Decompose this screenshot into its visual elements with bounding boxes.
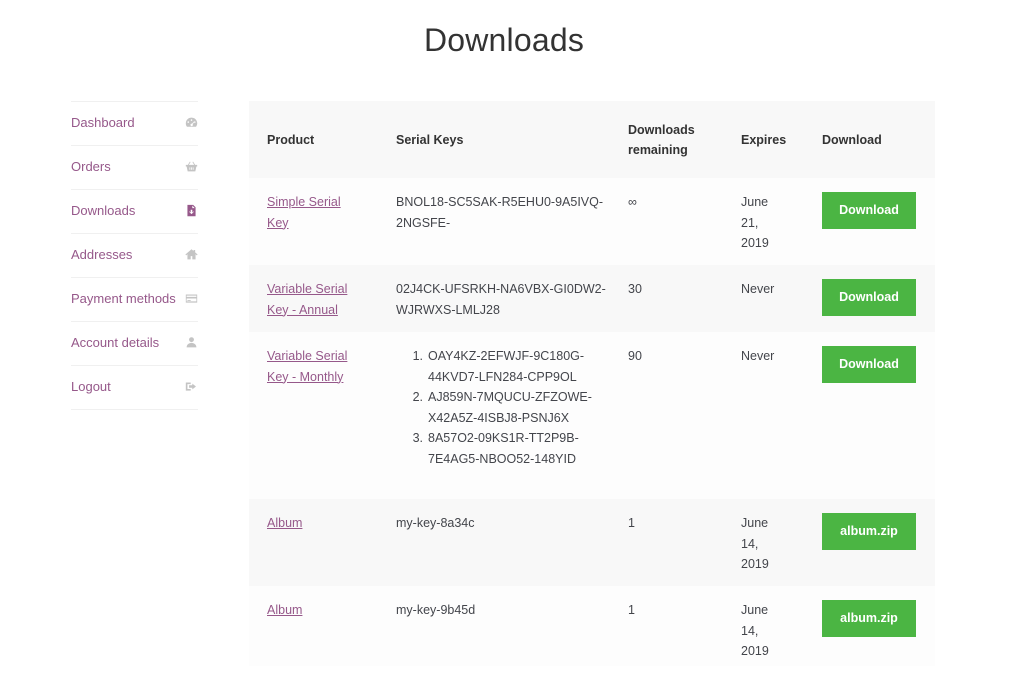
download-cell: album.zip <box>804 586 935 666</box>
header-serial-keys: Serial Keys <box>396 132 464 147</box>
nav-item-label: Addresses <box>71 247 133 262</box>
serial-key-line: 2NGSFE- <box>396 215 451 230</box>
download-cell: album.zip <box>804 499 935 586</box>
serial-key-line: 02J4CK-UFSRKH-NA6VBX-GI0DW2- <box>396 282 606 296</box>
download-cell: Download <box>804 265 935 332</box>
nav-item-label: Payment methods <box>71 291 176 306</box>
product-link[interactable]: Simple Serial Key <box>267 195 341 230</box>
product-cell: Variable Serial Key - Monthly <box>249 332 378 499</box>
nav-item-label: Orders <box>71 159 111 174</box>
nav-item-label: Downloads <box>71 203 136 218</box>
header-expires: Expires <box>741 132 787 147</box>
serial-key-cell: my-key-8a34c <box>396 516 475 530</box>
download-button[interactable]: album.zip <box>822 513 916 550</box>
table-row: Simple Serial Key BNOL18-SC5SAK-R5EHU0-9A… <box>249 178 935 265</box>
nav-item-orders[interactable]: Orders <box>71 146 198 190</box>
download-button[interactable]: album.zip <box>822 600 916 637</box>
product-link[interactable]: Variable Serial Key - Monthly <box>267 349 347 384</box>
serial-key-list: 1. OAY4KZ-2EFWJF-9C180G- 44KVD7-LFN284-CP… <box>396 346 610 469</box>
product-link[interactable]: Variable Serial Key - Annual <box>267 282 347 317</box>
header-product: Product <box>267 132 315 147</box>
serial-key-line: BNOL18-SC5SAK-R5EHU0-9A5IVQ- <box>396 195 604 209</box>
list-item: 1. OAY4KZ-2EFWJF-9C180G- 44KVD7-LFN284-CP… <box>412 349 585 384</box>
list-item: 3. 8A57O2-09KS1R-TT2P9B- 7E4AG5-NBOO52-14… <box>412 431 579 466</box>
table-row: Variable Serial Key - Annual 02J4CK-UFSRK… <box>249 265 935 332</box>
product-link[interactable]: Album <box>267 603 302 617</box>
downloads-remaining-cell: 30 <box>628 282 642 296</box>
nav-item-label: Dashboard <box>71 115 135 130</box>
expires-cell: Never <box>741 349 775 363</box>
table-header-row: Product Serial Keys Downloads remaining … <box>249 101 935 178</box>
download-button[interactable]: Download <box>822 346 916 383</box>
nav-item-label: Logout <box>71 379 111 394</box>
downloads-remaining-cell: 90 <box>628 349 642 363</box>
header-remaining-line1: Downloads <box>628 122 695 137</box>
product-cell: Variable Serial Key - Annual <box>249 265 378 332</box>
product-cell: Album <box>249 586 378 666</box>
downloads-remaining-cell: 1 <box>628 603 635 617</box>
file-download-icon <box>184 204 198 218</box>
serial-key-cell: BNOL18-SC5SAK-R5EHU0-9A5IVQ- 2NGSFE- <box>378 178 610 265</box>
account-navigation: Dashboard Orders Downloads Addresses Pay… <box>71 101 198 410</box>
nav-item-downloads[interactable]: Downloads <box>71 190 198 234</box>
credit-card-icon <box>184 292 198 306</box>
serial-key-cell: 1. OAY4KZ-2EFWJF-9C180G- 44KVD7-LFN284-CP… <box>378 332 610 499</box>
expires-cell: Never <box>741 282 775 296</box>
expires-cell: June 21, 2019 <box>741 195 769 250</box>
header-download: Download <box>822 132 882 147</box>
downloads-table: Product Serial Keys Downloads remaining … <box>249 101 935 666</box>
expires-cell: June 14, 2019 <box>741 603 769 658</box>
downloads-table-container: Product Serial Keys Downloads remaining … <box>249 101 935 666</box>
nav-item-logout[interactable]: Logout <box>71 366 198 410</box>
download-cell: Download <box>804 178 935 265</box>
download-cell: Download <box>804 332 935 499</box>
expires-cell: June 14, 2019 <box>741 516 769 571</box>
nav-item-label: Account details <box>71 335 160 350</box>
serial-key-line: WJRWXS-LMLJ28 <box>396 302 500 317</box>
nav-item-account-details[interactable]: Account details <box>71 322 198 366</box>
product-cell: Simple Serial Key <box>249 178 378 265</box>
nav-item-addresses[interactable]: Addresses <box>71 234 198 278</box>
downloads-remaining-cell: ∞ <box>628 195 637 209</box>
logout-icon <box>184 380 198 394</box>
product-cell: Album <box>249 499 378 586</box>
home-icon <box>184 248 198 262</box>
header-remaining-line2: remaining <box>628 142 688 157</box>
table-row: Album my-key-9b45d 1 June 14, 2019 album… <box>249 586 935 666</box>
nav-item-dashboard[interactable]: Dashboard <box>71 102 198 146</box>
page-title: Downloads <box>423 22 585 58</box>
basket-icon <box>184 160 198 174</box>
user-icon <box>184 336 198 350</box>
serial-key-cell: 02J4CK-UFSRKH-NA6VBX-GI0DW2- WJRWXS-LMLJ… <box>378 265 610 332</box>
table-row: Variable Serial Key - Monthly 1. OAY4KZ-2… <box>249 332 935 499</box>
product-link[interactable]: Album <box>267 516 302 530</box>
nav-item-payment-methods[interactable]: Payment methods <box>71 278 198 322</box>
downloads-remaining-cell: 1 <box>628 516 635 530</box>
dashboard-icon <box>184 116 198 130</box>
serial-key-cell: my-key-9b45d <box>396 603 476 617</box>
header-downloads-remaining: Downloads remaining <box>610 101 723 178</box>
list-item: 2. AJ859N-7MQUCU-ZFZOWE- X42A5Z-4ISBJ8-PS… <box>412 390 592 425</box>
download-button[interactable]: Download <box>822 192 916 229</box>
table-row: Album my-key-8a34c 1 June 14, 2019 album… <box>249 499 935 586</box>
download-button[interactable]: Download <box>822 279 916 316</box>
